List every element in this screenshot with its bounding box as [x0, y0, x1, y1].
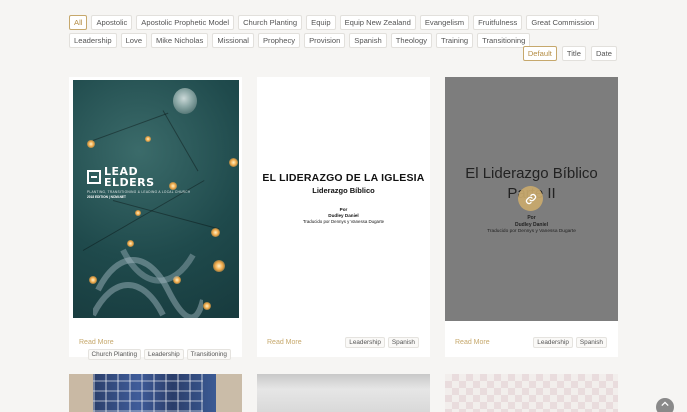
sort-default-button[interactable]: Default	[522, 46, 557, 61]
filter-training[interactable]: Training	[436, 33, 474, 48]
filter-equip[interactable]: Equip	[306, 15, 336, 30]
filter-equip-new-zealand[interactable]: Equip New Zealand	[339, 15, 416, 30]
card-tags: Leadership Spanish	[462, 337, 607, 348]
resource-card-thumbnail[interactable]	[69, 374, 242, 412]
filter-fruitfulness[interactable]: Fruitfulness	[473, 15, 523, 30]
cover-light	[87, 140, 95, 148]
cover-author: Dudley Daniel	[514, 222, 549, 228]
filter-mike-nicholas[interactable]: Mike Nicholas	[151, 33, 209, 48]
filter-apostolic-prophetic-model[interactable]: Apostolic Prophetic Model	[136, 15, 235, 30]
resource-card-thumbnail[interactable]	[445, 374, 618, 412]
sort-bar: Default Title Date	[522, 46, 617, 61]
cover-light	[145, 136, 151, 142]
cover-by-label: Por	[527, 215, 536, 221]
cover-knot-pattern	[93, 248, 203, 318]
resource-card-el-liderazgo-de-la-iglesia[interactable]: EL LIDERAZGO DE LA IGLESIA Liderazgo Bíb…	[257, 77, 430, 357]
cover-title-line2: ELDERS	[104, 176, 155, 189]
filter-leadership[interactable]: Leadership	[69, 33, 117, 48]
filter-theology[interactable]: Theology	[390, 33, 432, 48]
cover-by-label: Por	[339, 207, 348, 212]
filter-evangelism[interactable]: Evangelism	[419, 15, 470, 30]
cover-light	[229, 158, 238, 167]
cover-wire	[112, 200, 220, 230]
plaid-shirt-image	[93, 374, 203, 412]
filter-all[interactable]: All	[69, 15, 88, 30]
tag-spanish[interactable]: Spanish	[387, 337, 419, 348]
cover-translators: Traducido por Dennys y Vanessa Dugarte	[302, 219, 385, 224]
cover-light	[211, 228, 220, 237]
cover-logo: LEAD ELDERS PLANTING, TRANSITIONING & LE…	[87, 166, 191, 199]
filter-church-planting[interactable]: Church Planting	[238, 15, 303, 30]
chevron-up-icon[interactable]	[656, 398, 674, 412]
resource-card-el-liderazgo-biblico-parte-ii[interactable]: El Liderazgo Bíblico Parte II Por Dudley…	[445, 77, 618, 357]
resource-card-thumbnail[interactable]	[257, 374, 430, 412]
ncmi-logo-icon	[87, 170, 101, 184]
cover-edition: 2018 EDITION | NCMI.NET	[87, 195, 126, 199]
tag-spanish[interactable]: Spanish	[575, 337, 607, 348]
cover-wire	[92, 112, 169, 141]
card-tags: Leadership Spanish	[274, 337, 419, 348]
filter-spanish[interactable]: Spanish	[349, 33, 387, 48]
read-more-link[interactable]: Read More	[79, 339, 114, 346]
filter-great-commission[interactable]: Great Commission	[526, 15, 600, 30]
tag-transitioning[interactable]: Transitioning	[186, 349, 231, 360]
link-icon[interactable]	[518, 186, 543, 211]
cover-translators: Traducido por Dennys y Vanessa Dugarte	[487, 229, 576, 234]
tag-leadership[interactable]: Leadership	[144, 349, 184, 360]
cover-lightbulb	[173, 88, 197, 114]
cover-subtitle: Liderazgo Bíblico	[312, 186, 375, 195]
tag-church-planting[interactable]: Church Planting	[87, 349, 142, 360]
cover-author: Dudley Daniel	[328, 213, 359, 218]
card-tags: Church Planting Leadership Transitioning	[86, 349, 231, 360]
cover-light	[203, 302, 211, 310]
tag-leadership[interactable]: Leadership	[533, 337, 573, 348]
tag-leadership[interactable]: Leadership	[345, 337, 385, 348]
filter-apostolic[interactable]: Apostolic	[91, 15, 133, 30]
cover-title-line1: El Liderazgo Bíblico	[465, 165, 598, 182]
sort-title-button[interactable]: Title	[561, 46, 586, 61]
book-cover-el-liderazgo-biblico[interactable]: El Liderazgo Bíblico Parte II Por Dudley…	[445, 77, 618, 321]
book-cover-lead-elders[interactable]: LEAD ELDERS PLANTING, TRANSITIONING & LE…	[73, 80, 239, 318]
cover-light	[213, 260, 225, 272]
filter-love[interactable]: Love	[120, 33, 148, 48]
cover-wire	[162, 110, 199, 172]
filter-prophecy[interactable]: Prophecy	[257, 33, 301, 48]
filter-missional[interactable]: Missional	[212, 33, 254, 48]
book-cover-el-liderazgo[interactable]: EL LIDERAZGO DE LA IGLESIA Liderazgo Bíb…	[257, 77, 430, 321]
cover-subtitle: PLANTING, TRANSITIONING & LEADING A LOCA…	[87, 190, 191, 194]
cover-light	[135, 210, 141, 216]
resource-card-lead-elders[interactable]: LEAD ELDERS PLANTING, TRANSITIONING & LE…	[69, 77, 242, 360]
category-filter-bar: All Apostolic Apostolic Prophetic Model …	[69, 15, 629, 48]
sort-date-button[interactable]: Date	[590, 46, 617, 61]
cover-title: EL LIDERAZGO DE LA IGLESIA	[262, 172, 425, 184]
filter-provision[interactable]: Provision	[304, 33, 346, 48]
